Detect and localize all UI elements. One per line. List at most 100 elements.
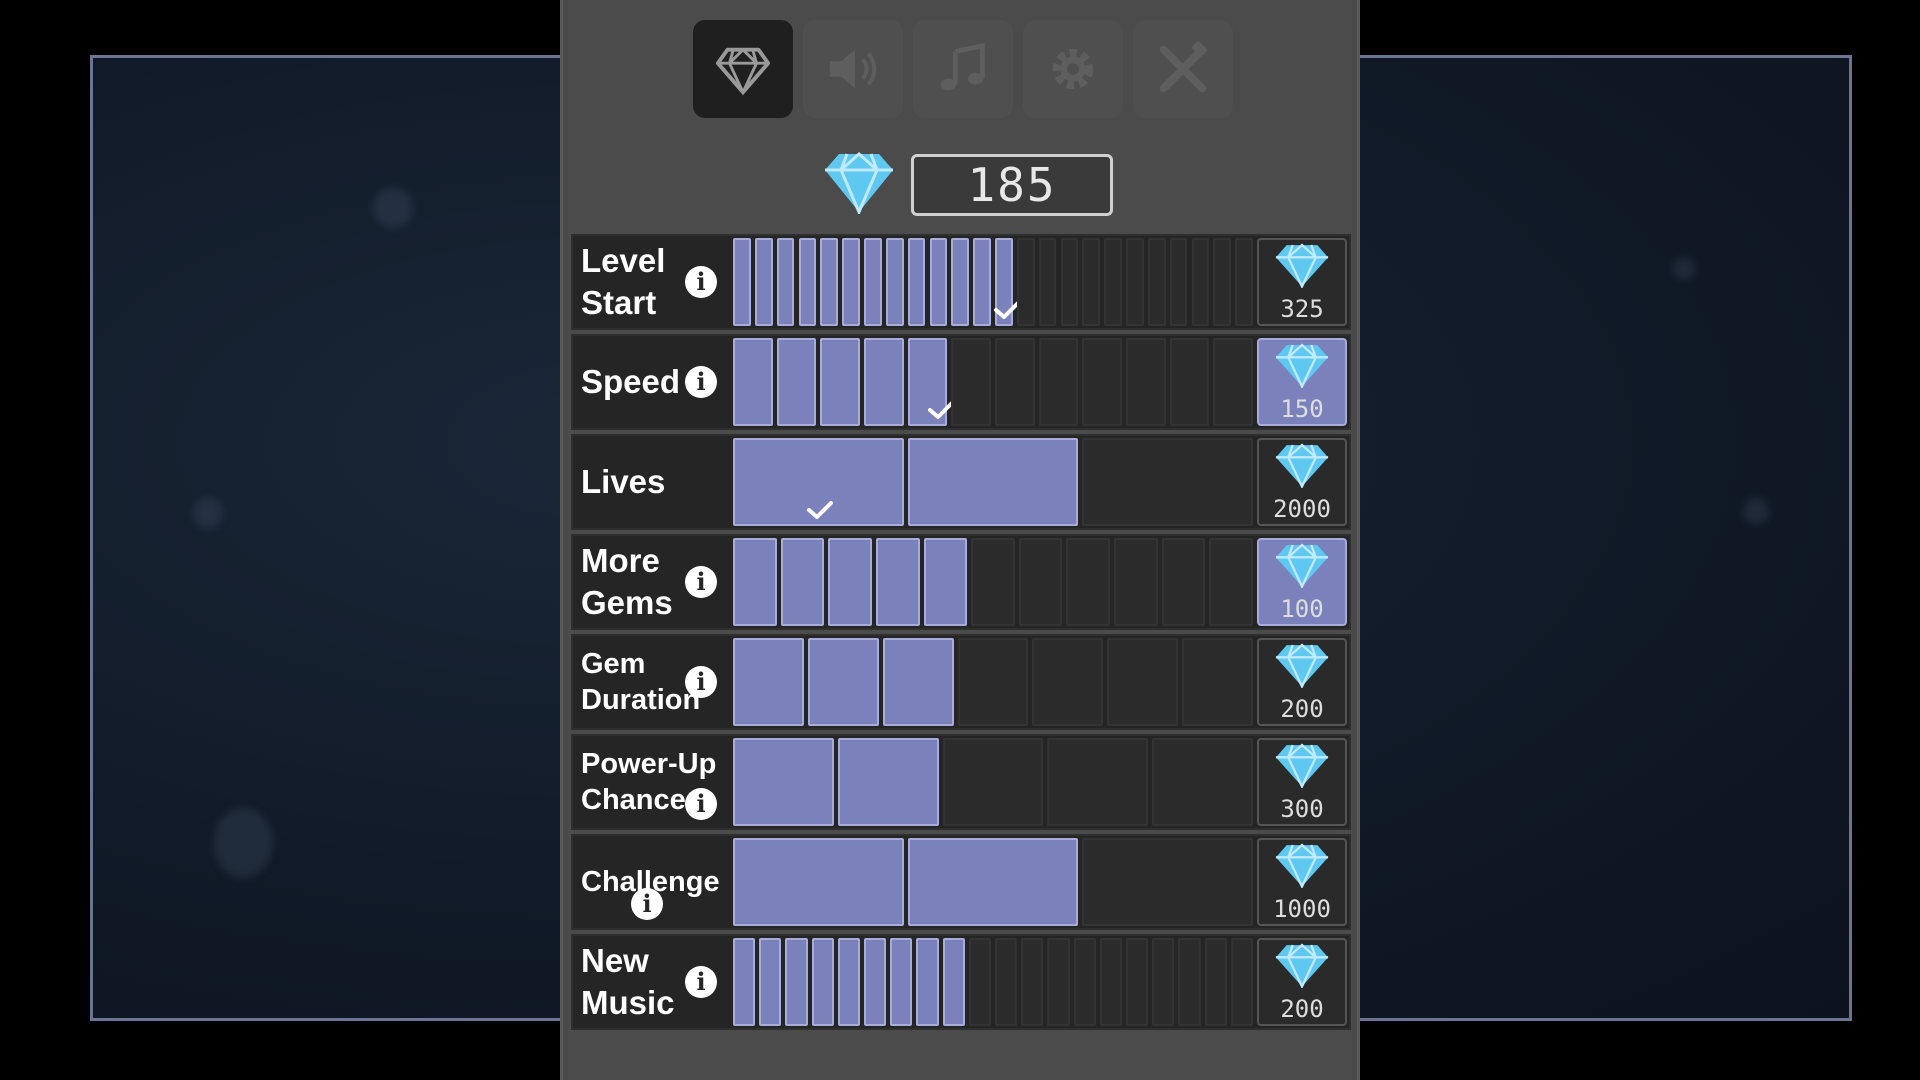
buy-upgrade-button[interactable]: 200: [1257, 638, 1347, 726]
progress-segment-filled: [890, 938, 913, 1026]
info-icon[interactable]: i: [685, 266, 717, 298]
progress-segment-empty: [1016, 238, 1035, 326]
tab-music[interactable]: [913, 20, 1013, 118]
progress-segment-filled: [942, 938, 965, 1026]
progress-segment-empty: [1178, 938, 1201, 1026]
upgrade-progress-track: [733, 838, 1253, 926]
upgrade-row: Challenge i 1000: [571, 834, 1351, 930]
background-sparkle: [193, 498, 223, 528]
tools-icon: [1159, 40, 1208, 93]
progress-segment-empty: [1066, 538, 1111, 626]
upgrade-row: More Gems i 100: [571, 534, 1351, 630]
gear-icon: [1052, 48, 1094, 90]
progress-segment-empty: [1082, 338, 1122, 426]
progress-segment-filled: [828, 538, 872, 626]
progress-segment-filled: [907, 438, 1079, 526]
progress-segment-filled: [776, 238, 795, 326]
progress-segment-filled: [733, 338, 773, 426]
progress-segment-empty: [1021, 938, 1044, 1026]
progress-segment-empty: [1161, 538, 1206, 626]
info-icon[interactable]: i: [685, 966, 717, 998]
buy-upgrade-button[interactable]: 300: [1257, 738, 1347, 826]
tab-gems[interactable]: [693, 20, 793, 118]
upgrade-label: Lives: [581, 436, 721, 528]
gem-icon: [1274, 242, 1330, 293]
buy-upgrade-button[interactable]: 1000: [1257, 838, 1347, 926]
upgrade-list: Level Start i 325 Speed i 150 Lives 2000 More Gems…: [571, 234, 1351, 1034]
progress-segment-filled: [820, 338, 860, 426]
progress-segment-empty: [1107, 638, 1179, 726]
progress-segment-filled: [820, 238, 839, 326]
progress-segment-empty: [1018, 538, 1063, 626]
upgrade-cost: 2000: [1273, 494, 1331, 523]
info-icon[interactable]: i: [631, 888, 663, 920]
progress-segment-filled: [907, 238, 926, 326]
info-icon[interactable]: i: [685, 566, 717, 598]
progress-segment-empty: [1082, 838, 1253, 926]
progress-segment-empty: [1169, 338, 1210, 426]
gem-icon: [715, 47, 771, 96]
progress-segment-filled: [785, 938, 808, 1026]
buy-upgrade-button[interactable]: 325: [1257, 238, 1347, 326]
progress-segment-filled: [882, 638, 954, 726]
upgrade-row: Speed i 150: [571, 334, 1351, 430]
upgrade-label-line: Lives: [581, 463, 666, 500]
progress-segment-empty: [1235, 238, 1253, 326]
upgrade-cost: 300: [1280, 794, 1324, 823]
gem-icon: [1274, 442, 1330, 493]
info-icon[interactable]: i: [685, 666, 717, 698]
gem-icon: [823, 150, 895, 219]
tab-bar: [693, 20, 1233, 118]
progress-segment-filled: [842, 238, 860, 326]
upgrade-row: Level Start i 325: [571, 234, 1351, 330]
progress-segment-empty: [1038, 338, 1079, 426]
progress-segment-empty: [951, 338, 991, 426]
music-note-icon: [940, 42, 985, 91]
buy-upgrade-button[interactable]: 150: [1257, 338, 1347, 426]
progress-segment-filled: [754, 238, 773, 326]
progress-segment-empty: [1047, 938, 1070, 1026]
tab-settings[interactable]: [1023, 20, 1123, 118]
speaker-icon: [829, 49, 877, 89]
progress-segment-empty: [971, 538, 1015, 626]
gem-count-display: 185: [911, 153, 1113, 216]
info-icon[interactable]: i: [685, 366, 717, 398]
tab-sound[interactable]: [803, 20, 903, 118]
progress-segment-filled: [733, 838, 904, 926]
progress-segment-empty: [1126, 938, 1149, 1026]
gem-icon: [1274, 342, 1330, 393]
upgrade-cost: 100: [1280, 594, 1324, 623]
upgrade-shop-panel: 185 Level Start i 325 Speed i 150 Lives 2000 More…: [560, 0, 1360, 1080]
buy-upgrade-button[interactable]: 2000: [1257, 438, 1347, 526]
background-sparkle: [373, 188, 413, 228]
progress-segment-filled: [807, 638, 879, 726]
progress-segment-empty: [1152, 938, 1175, 1026]
gem-icon: [1274, 942, 1330, 993]
progress-segment-filled: [923, 538, 968, 626]
progress-segment-empty: [1230, 938, 1253, 1026]
progress-segment-empty: [1152, 738, 1253, 826]
info-icon[interactable]: i: [685, 788, 717, 820]
progress-segment-empty: [1104, 238, 1122, 326]
progress-segment-filled: [733, 238, 751, 326]
upgrade-cost: 1000: [1273, 894, 1331, 923]
upgrade-progress-track: [733, 538, 1253, 626]
progress-segment-empty: [1213, 238, 1232, 326]
progress-segment-filled: [733, 538, 777, 626]
buy-upgrade-button[interactable]: 100: [1257, 538, 1347, 626]
tab-tools[interactable]: [1133, 20, 1233, 118]
progress-segment-empty: [1073, 938, 1096, 1026]
upgrade-label-line: Power-Up: [581, 748, 717, 780]
progress-segment-empty: [1047, 738, 1149, 826]
upgrade-cost: 325: [1280, 294, 1324, 323]
upgrade-row: New Music i 200: [571, 934, 1351, 1030]
progress-segment-filled: [733, 738, 834, 826]
progress-segment-filled: [973, 238, 991, 326]
gem-balance: 185: [823, 150, 1113, 219]
buy-upgrade-button[interactable]: 200: [1257, 938, 1347, 1026]
progress-segment-empty: [1038, 238, 1057, 326]
progress-segment-filled: [733, 638, 804, 726]
upgrade-cost: 200: [1280, 994, 1324, 1023]
progress-segment-empty: [968, 938, 991, 1026]
progress-segment-empty: [1114, 538, 1158, 626]
